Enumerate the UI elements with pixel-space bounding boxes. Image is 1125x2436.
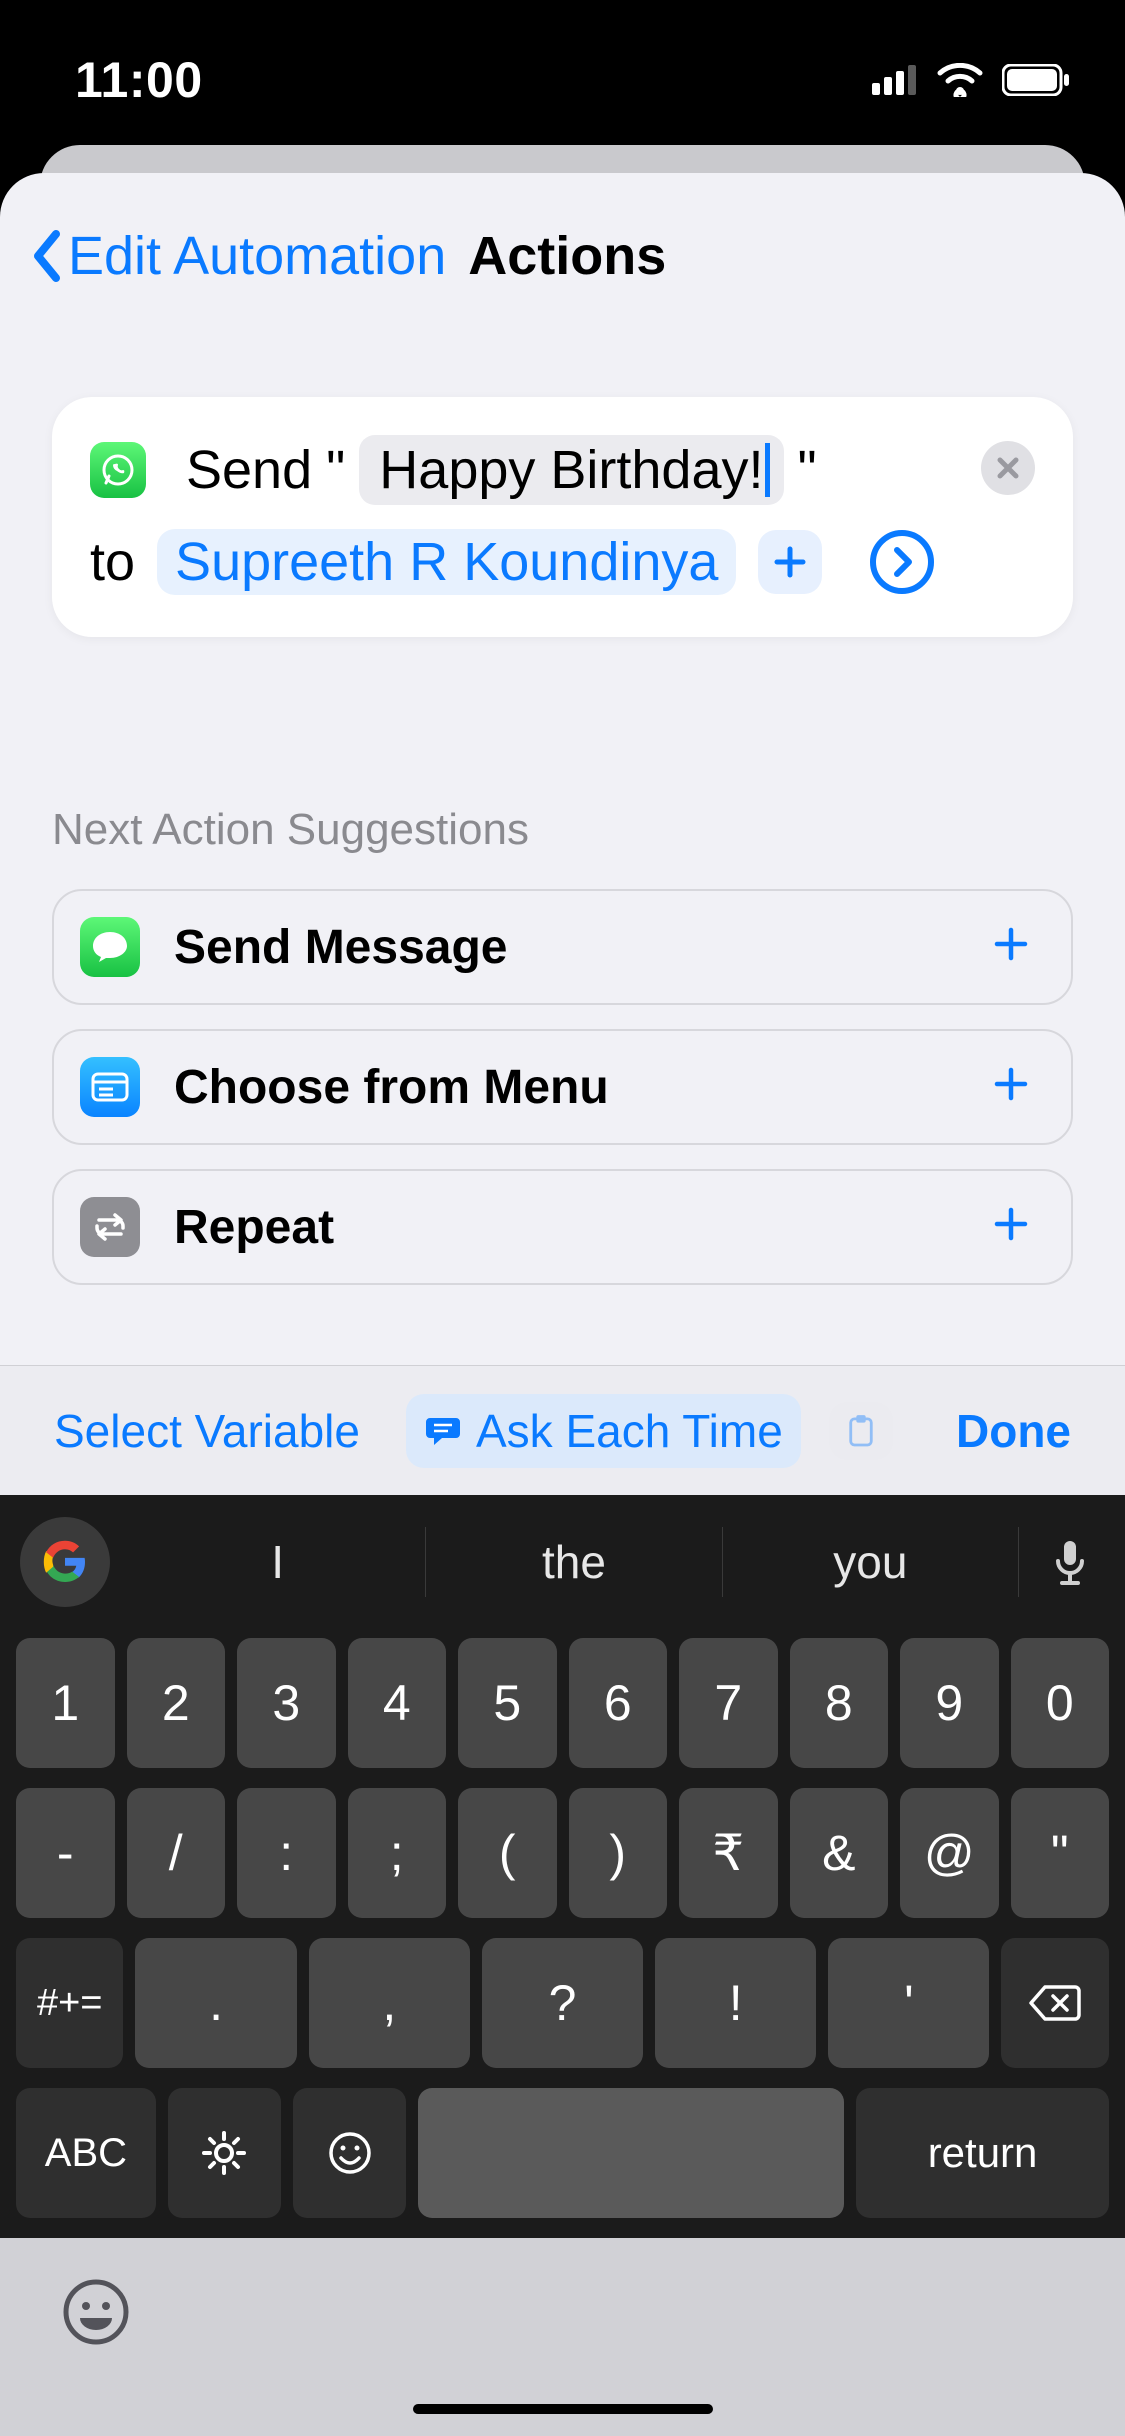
clear-button[interactable] xyxy=(981,441,1035,495)
key-apos[interactable]: ' xyxy=(828,1938,989,2068)
battery-icon xyxy=(1002,64,1070,96)
suggestion-label: Send Message xyxy=(174,920,991,975)
key-question[interactable]: ? xyxy=(482,1938,643,2068)
key-return[interactable]: return xyxy=(856,2088,1109,2218)
key-2[interactable]: 2 xyxy=(127,1638,226,1768)
text-cursor xyxy=(765,443,770,497)
suggestions-header: Next Action Suggestions xyxy=(52,805,1073,855)
google-icon xyxy=(41,1538,89,1586)
add-suggestion-button[interactable] xyxy=(991,918,1031,976)
key-abc[interactable]: ABC xyxy=(16,2088,156,2218)
key-6[interactable]: 6 xyxy=(569,1638,668,1768)
key-5[interactable]: 5 xyxy=(458,1638,557,1768)
messages-icon xyxy=(80,917,140,977)
action-prefix: Send xyxy=(186,439,312,501)
key-semicolon[interactable]: ; xyxy=(348,1788,447,1918)
variable-bar: Select Variable Ask Each Time Done xyxy=(0,1365,1125,1495)
emoji-icon xyxy=(327,2130,373,2176)
key-9[interactable]: 9 xyxy=(900,1638,999,1768)
key-symbols[interactable]: #+= xyxy=(16,1938,123,2068)
key-rparen[interactable]: ) xyxy=(569,1788,668,1918)
kb-suggestion[interactable]: the xyxy=(426,1527,722,1597)
add-recipient-button[interactable] xyxy=(758,530,822,594)
clipboard-button[interactable] xyxy=(829,1402,893,1460)
clipboard-icon xyxy=(847,1412,875,1450)
key-settings[interactable] xyxy=(168,2088,281,2218)
plus-icon xyxy=(991,1204,1031,1244)
repeat-icon xyxy=(80,1197,140,1257)
mic-button[interactable] xyxy=(1035,1537,1105,1587)
bottom-bar xyxy=(0,2238,1125,2436)
key-3[interactable]: 3 xyxy=(237,1638,336,1768)
ask-label: Ask Each Time xyxy=(476,1404,783,1458)
key-4[interactable]: 4 xyxy=(348,1638,447,1768)
kb-suggestion[interactable]: you xyxy=(723,1527,1019,1597)
emoji-keyboard-button[interactable] xyxy=(60,2276,132,2353)
key-dash[interactable]: - xyxy=(16,1788,115,1918)
to-label: to xyxy=(90,531,135,593)
status-time: 11:00 xyxy=(75,51,203,109)
key-amp[interactable]: & xyxy=(790,1788,889,1918)
add-suggestion-button[interactable] xyxy=(991,1058,1031,1116)
key-1[interactable]: 1 xyxy=(16,1638,115,1768)
suggestion-row[interactable]: Send Message xyxy=(52,889,1073,1005)
add-suggestion-button[interactable] xyxy=(991,1198,1031,1256)
sheet: Edit Automation Actions Send " Happy Bir… xyxy=(0,173,1125,2436)
key-bang[interactable]: ! xyxy=(655,1938,816,2068)
speech-bubble-icon xyxy=(424,1414,462,1448)
key-backspace[interactable] xyxy=(1001,1938,1108,2068)
home-indicator[interactable] xyxy=(413,2404,713,2414)
keyboard: I the you 1 2 3 4 5 6 7 8 9 0 xyxy=(0,1495,1125,2238)
whatsapp-icon xyxy=(90,442,146,498)
nav-bar: Edit Automation Actions xyxy=(0,173,1125,287)
plus-icon xyxy=(772,544,808,580)
backspace-icon xyxy=(1027,1983,1083,2023)
recipient-token[interactable]: Supreeth R Koundinya xyxy=(157,529,736,595)
key-rupee[interactable]: ₹ xyxy=(679,1788,778,1918)
ask-each-time-button[interactable]: Ask Each Time xyxy=(406,1394,801,1468)
plus-icon xyxy=(991,924,1031,964)
key-period[interactable]: . xyxy=(135,1938,296,2068)
suggestion-label: Repeat xyxy=(174,1200,991,1255)
close-icon xyxy=(996,456,1020,480)
select-variable-button[interactable]: Select Variable xyxy=(36,1394,378,1468)
gear-icon xyxy=(200,2129,248,2177)
status-right xyxy=(872,63,1070,97)
key-quote[interactable]: " xyxy=(1011,1788,1110,1918)
kb-suggestion[interactable]: I xyxy=(130,1527,426,1597)
key-8[interactable]: 8 xyxy=(790,1638,889,1768)
key-space[interactable] xyxy=(418,2088,844,2218)
status-bar: 11:00 xyxy=(0,0,1125,140)
plus-icon xyxy=(991,1064,1031,1104)
key-comma[interactable]: , xyxy=(309,1938,470,2068)
google-button[interactable] xyxy=(20,1517,110,1607)
back-label: Edit Automation xyxy=(68,225,446,287)
chevron-right-icon xyxy=(889,546,915,578)
message-input[interactable]: Happy Birthday! xyxy=(359,435,783,505)
cellular-icon xyxy=(872,65,918,95)
suggestion-row[interactable]: Choose from Menu xyxy=(52,1029,1073,1145)
emoji-icon xyxy=(60,2276,132,2348)
key-emoji[interactable] xyxy=(293,2088,406,2218)
message-text: Happy Birthday! xyxy=(379,439,763,501)
open-quote: " xyxy=(326,439,345,501)
key-colon[interactable]: : xyxy=(237,1788,336,1918)
key-0[interactable]: 0 xyxy=(1011,1638,1110,1768)
back-button[interactable]: Edit Automation xyxy=(30,225,446,287)
mic-icon xyxy=(1052,1537,1088,1587)
close-quote: " xyxy=(798,439,817,501)
wifi-icon xyxy=(936,63,984,97)
page-title: Actions xyxy=(468,225,666,287)
key-slash[interactable]: / xyxy=(127,1788,226,1918)
chevron-left-icon xyxy=(30,230,62,282)
key-7[interactable]: 7 xyxy=(679,1638,778,1768)
disclosure-button[interactable] xyxy=(870,530,934,594)
suggestion-label: Choose from Menu xyxy=(174,1060,991,1115)
suggestion-row[interactable]: Repeat xyxy=(52,1169,1073,1285)
action-card[interactable]: Send " Happy Birthday! " to Supreeth R K… xyxy=(52,397,1073,637)
menu-icon xyxy=(80,1057,140,1117)
done-button[interactable]: Done xyxy=(938,1394,1089,1468)
key-at[interactable]: @ xyxy=(900,1788,999,1918)
key-lparen[interactable]: ( xyxy=(458,1788,557,1918)
